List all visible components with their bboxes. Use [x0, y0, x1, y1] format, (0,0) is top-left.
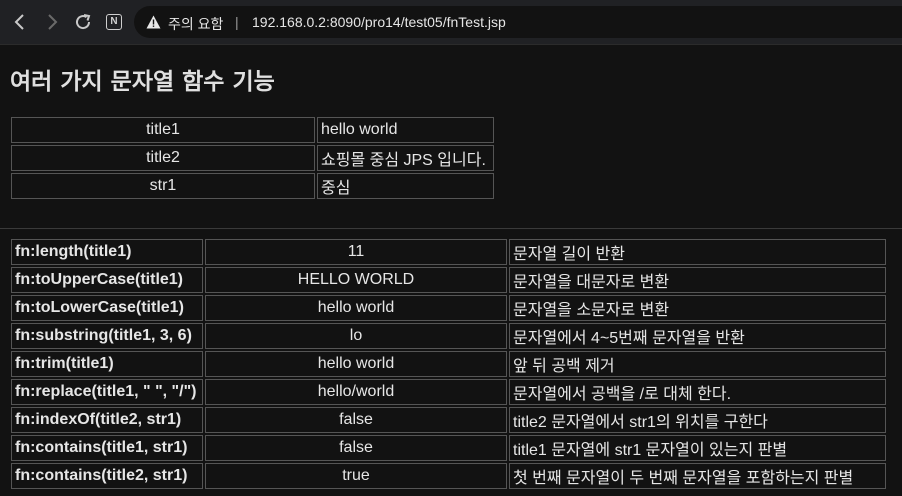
site-n-icon[interactable]: N	[106, 14, 122, 30]
reload-icon	[76, 14, 91, 30]
url-separator: |	[235, 14, 239, 30]
arrow-right-icon	[48, 14, 58, 30]
var-name-cell: str1	[11, 173, 315, 199]
table-row: fn:indexOf(title2, str1) false title2 문자…	[11, 407, 886, 433]
desc-cell: title1 문자열에 str1 문자열이 있는지 판별	[509, 435, 886, 461]
table-row: str1 중심	[11, 173, 494, 199]
url-text[interactable]: 192.168.0.2:8090/pro14/test05/fnTest.jsp	[252, 14, 506, 30]
table-row: title1 hello world	[11, 117, 494, 143]
var-value-cell: 중심	[317, 173, 494, 199]
page-title: 여러 가지 문자열 함수 기능	[10, 69, 275, 95]
forward-button[interactable]	[40, 10, 64, 34]
table-row: fn:substring(title1, 3, 6) lo 문자열에서 4~5번…	[11, 323, 886, 349]
reload-button[interactable]	[71, 10, 95, 34]
desc-cell: 문자열을 소문자로 변환	[509, 295, 886, 321]
result-cell: lo	[205, 323, 507, 349]
functions-table: fn:length(title1) 11 문자열 길이 반환 fn:toUppe…	[9, 237, 888, 491]
desc-cell: 앞 뒤 공백 제거	[509, 351, 886, 377]
address-bar[interactable]: 주의 요함 | 192.168.0.2:8090/pro14/test05/fn…	[134, 6, 902, 38]
browser-toolbar: N 주의 요함 | 192.168.0.2:8090/pro14/test05/…	[0, 0, 902, 45]
horizontal-rule	[0, 228, 902, 229]
var-name-cell: title2	[11, 145, 315, 171]
variables-table: title1 hello world title2 쇼핑몰 중심 JPS 입니다…	[9, 115, 496, 201]
expr-cell: fn:contains(title1, str1)	[11, 435, 203, 461]
expr-cell: fn:toLowerCase(title1)	[11, 295, 203, 321]
table-row: fn:toLowerCase(title1) hello world 문자열을 …	[11, 295, 886, 321]
var-name-cell: title1	[11, 117, 315, 143]
expr-cell: fn:contains(title2, str1)	[11, 463, 203, 489]
security-label[interactable]: 주의 요함	[168, 14, 223, 34]
expr-cell: fn:trim(title1)	[11, 351, 203, 377]
result-cell: true	[205, 463, 507, 489]
var-value-cell: hello world	[317, 117, 494, 143]
table-row: fn:contains(title2, str1) true 첫 번째 문자열이…	[11, 463, 886, 489]
result-cell: hello/world	[205, 379, 507, 405]
arrow-left-icon	[14, 14, 24, 30]
back-button[interactable]	[8, 10, 32, 34]
expr-cell: fn:substring(title1, 3, 6)	[11, 323, 203, 349]
desc-cell: title2 문자열에서 str1의 위치를 구한다	[509, 407, 886, 433]
expr-cell: fn:indexOf(title2, str1)	[11, 407, 203, 433]
result-cell: 11	[205, 239, 507, 265]
desc-cell: 문자열 길이 반환	[509, 239, 886, 265]
table-row: fn:contains(title1, str1) false title1 문…	[11, 435, 886, 461]
desc-cell: 문자열을 대문자로 변환	[509, 267, 886, 293]
table-row: fn:length(title1) 11 문자열 길이 반환	[11, 239, 886, 265]
result-cell: hello world	[205, 351, 507, 377]
warning-icon[interactable]	[146, 15, 161, 29]
result-cell: false	[205, 407, 507, 433]
table-row: fn:toUpperCase(title1) HELLO WORLD 문자열을 …	[11, 267, 886, 293]
expr-cell: fn:replace(title1, " ", "/")	[11, 379, 203, 405]
desc-cell: 첫 번째 문자열이 두 번째 문자열을 포함하는지 판별	[509, 463, 886, 489]
result-cell: false	[205, 435, 507, 461]
result-cell: HELLO WORLD	[205, 267, 507, 293]
var-value-cell: 쇼핑몰 중심 JPS 입니다.	[317, 145, 494, 171]
desc-cell: 문자열에서 4~5번째 문자열을 반환	[509, 323, 886, 349]
table-row: fn:trim(title1) hello world 앞 뒤 공백 제거	[11, 351, 886, 377]
expr-cell: fn:toUpperCase(title1)	[11, 267, 203, 293]
desc-cell: 문자열에서 공백을 /로 대체 한다.	[509, 379, 886, 405]
result-cell: hello world	[205, 295, 507, 321]
table-row: fn:replace(title1, " ", "/") hello/world…	[11, 379, 886, 405]
table-row: title2 쇼핑몰 중심 JPS 입니다.	[11, 145, 494, 171]
expr-cell: fn:length(title1)	[11, 239, 203, 265]
